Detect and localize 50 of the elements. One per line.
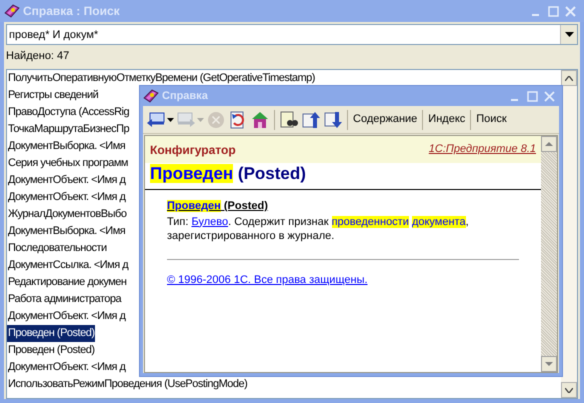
- scroll-down-icon[interactable]: [565, 388, 573, 392]
- result-item[interactable]: ЖурналДокументовВыбо: [7, 206, 128, 223]
- book-icon: [4, 3, 20, 19]
- result-item[interactable]: ТочкаМаршрутаБизнесПр: [7, 121, 130, 138]
- result-item[interactable]: Проведен (Posted): [7, 342, 96, 359]
- result-item[interactable]: Работа администратора: [7, 291, 122, 308]
- result-item[interactable]: Последовательности: [7, 240, 108, 257]
- result-item[interactable]: Регистры сведений: [7, 87, 100, 104]
- result-item[interactable]: Редактирование докумен: [7, 274, 128, 291]
- down-arrow-icon: [323, 110, 343, 130]
- close-icon[interactable]: [565, 6, 576, 16]
- result-item[interactable]: ДокументВыборка. <Имя: [7, 223, 126, 240]
- result-item[interactable]: ПравоДоступа (AccessRig: [7, 104, 130, 121]
- caret-icon: [197, 118, 204, 122]
- result-item[interactable]: ДокументОбъект. <Имя д: [7, 172, 126, 189]
- result-item[interactable]: ИспользоватьРежимПроведения (UsePostingMode): [7, 376, 248, 393]
- result-item[interactable]: ДокументВыборка. <Имя: [7, 138, 126, 155]
- term-title[interactable]: Проведен (Posted): [167, 198, 519, 214]
- result-item[interactable]: Проведен (Posted): [7, 325, 96, 342]
- maximize-icon[interactable]: [548, 6, 559, 16]
- back-arrow-icon: [146, 110, 166, 130]
- toolbar-tab[interactable]: Содержание: [351, 108, 420, 130]
- result-item[interactable]: Серия учебных программ: [7, 155, 129, 172]
- toolbar-tab[interactable]: Поиск: [474, 108, 509, 130]
- window-title: Справка: [162, 88, 209, 104]
- page-title: Проведен (Posted): [145, 163, 541, 190]
- copyright-link[interactable]: © 1996-2006 1С. Все права защищены.: [167, 274, 368, 286]
- scroll-up-icon[interactable]: [565, 76, 573, 80]
- home-icon: [250, 110, 270, 130]
- description-text: Тип: Булево. Содержит признак проведенности документа, зарегистрированного в журнале.: [167, 214, 470, 242]
- result-item[interactable]: ДокументОбъект. <Имя д: [7, 308, 126, 325]
- type-link[interactable]: Булево: [191, 216, 228, 228]
- toolbar-tab[interactable]: Индекс: [426, 108, 468, 130]
- up-arrow-icon: [301, 110, 321, 130]
- product-name: Конфигуратор: [150, 142, 236, 158]
- forward-arrow-icon: [176, 110, 196, 130]
- result-item[interactable]: ПолучитьОперативнуюОтметкуВремени (GetOperativeTimestamp): [7, 70, 316, 87]
- caret-icon: [167, 118, 174, 122]
- maximize-icon[interactable]: [527, 90, 538, 102]
- result-item[interactable]: ДокументОбъект. <Имя д: [7, 359, 126, 376]
- window-title: Справка : Поиск: [23, 3, 121, 20]
- version-link[interactable]: 1С:Предприятие 8.1: [428, 141, 536, 158]
- book-icon: [143, 88, 159, 104]
- result-item[interactable]: ДокументОбъект. <Имя д: [7, 189, 126, 206]
- results-count: Найдено: 47: [6, 49, 70, 64]
- result-item[interactable]: ДокументСсылка. <Имя д: [7, 257, 130, 274]
- stop-icon: [206, 110, 226, 130]
- binoculars-icon: [279, 110, 299, 130]
- dropdown-arrow-icon[interactable]: [564, 32, 574, 37]
- close-icon[interactable]: [544, 90, 555, 102]
